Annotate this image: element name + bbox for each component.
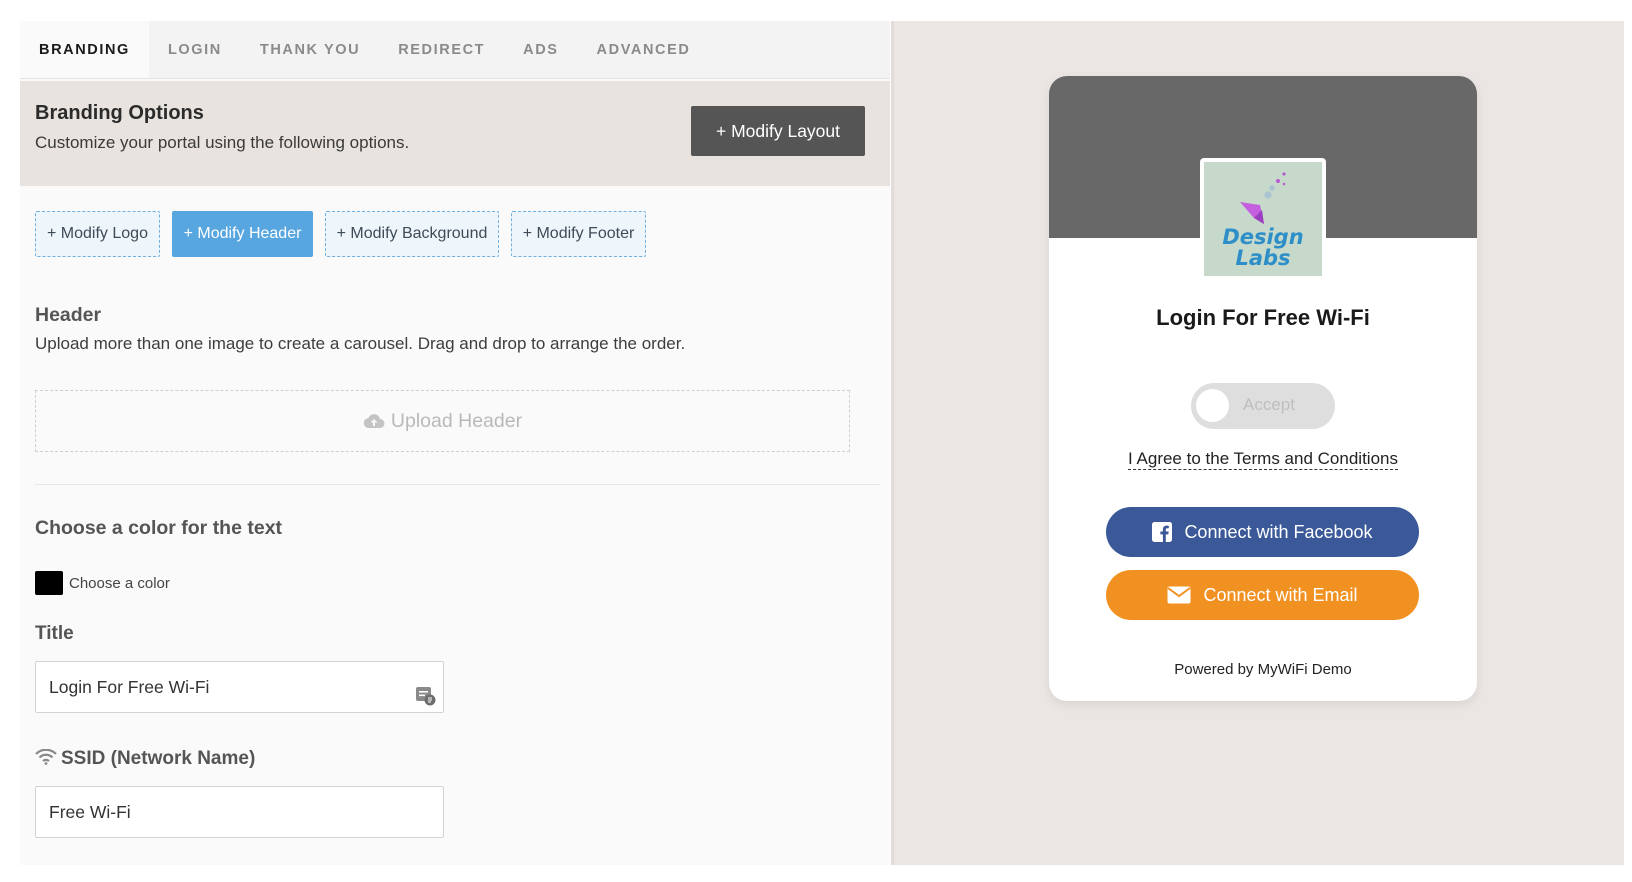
email-button-label: Connect with Email <box>1203 584 1358 605</box>
modify-header-button[interactable]: + Modify Header <box>172 211 313 257</box>
design-labs-logo: Design Labs <box>1204 162 1322 276</box>
portal-preview-panel: Design Labs Login For Free Wi-Fi Accept … <box>891 21 1624 865</box>
title-field-label: Title <box>35 623 74 644</box>
branding-options-bar: Branding Options Customize your portal u… <box>20 81 890 186</box>
logo-text-labs: Labs <box>1235 246 1291 270</box>
header-section-title: Header <box>35 304 102 326</box>
preview-title: Login For Free Wi-Fi <box>1156 305 1370 330</box>
wifi-icon <box>35 748 57 765</box>
modify-layout-button[interactable]: + Modify Layout <box>691 106 865 156</box>
portal-preview-card: Design Labs Login For Free Wi-Fi Accept … <box>1049 76 1477 701</box>
settings-panel: BRANDING LOGIN THANK YOU REDIRECT ADS AD… <box>20 21 890 865</box>
branding-subtitle: Customize your portal using the followin… <box>35 133 410 152</box>
modify-logo-button[interactable]: + Modify Logo <box>35 211 160 257</box>
tab-redirect[interactable]: REDIRECT <box>379 21 504 78</box>
settings-tabs: BRANDING LOGIN THANK YOU REDIRECT ADS AD… <box>20 21 890 79</box>
upload-header-dropzone[interactable]: Upload Header <box>35 390 850 452</box>
modify-background-button[interactable]: + Modify Background <box>325 211 499 257</box>
tab-login[interactable]: LOGIN <box>149 21 241 78</box>
tab-advanced[interactable]: ADVANCED <box>578 21 710 78</box>
variable-insert-icon[interactable] <box>414 684 436 706</box>
ssid-field-label: SSID (Network Name) <box>35 748 255 770</box>
terms-conditions: I Agree to the Terms and Conditions <box>1049 449 1477 470</box>
tab-branding[interactable]: BRANDING <box>20 21 149 78</box>
text-color-title: Choose a color for the text <box>35 517 283 539</box>
connect-facebook-button[interactable]: Connect with Facebook <box>1106 507 1419 557</box>
envelope-icon <box>1167 586 1192 604</box>
tab-thank-you[interactable]: THANK YOU <box>241 21 379 78</box>
connect-email-button[interactable]: Connect with Email <box>1106 570 1419 620</box>
tab-ads[interactable]: ADS <box>504 21 577 78</box>
facebook-icon <box>1152 522 1173 542</box>
powered-by-text: Powered by MyWiFi Demo <box>1174 661 1352 678</box>
section-divider <box>35 484 880 485</box>
facebook-button-label: Connect with Facebook <box>1184 521 1373 542</box>
header-section-description: Upload more than one image to create a c… <box>35 334 686 353</box>
text-color-swatch[interactable] <box>35 571 63 595</box>
toggle-label: Accept <box>1243 395 1295 414</box>
ssid-label-text: SSID (Network Name) <box>61 748 256 769</box>
upload-header-label: Upload Header <box>390 409 523 432</box>
toggle-knob <box>1196 389 1229 422</box>
ssid-input[interactable] <box>35 786 444 838</box>
branding-title: Branding Options <box>35 102 204 124</box>
accept-toggle[interactable]: Accept <box>1191 383 1335 429</box>
preview-logo: Design Labs <box>1200 158 1326 280</box>
logo-text-design: Design <box>1222 225 1304 249</box>
terms-link[interactable]: I Agree to the Terms and Conditions <box>1128 449 1398 470</box>
modify-footer-button[interactable]: + Modify Footer <box>511 211 646 257</box>
cloud-upload-icon <box>363 414 385 429</box>
choose-color-label[interactable]: Choose a color <box>69 575 170 592</box>
title-input[interactable] <box>35 661 444 713</box>
